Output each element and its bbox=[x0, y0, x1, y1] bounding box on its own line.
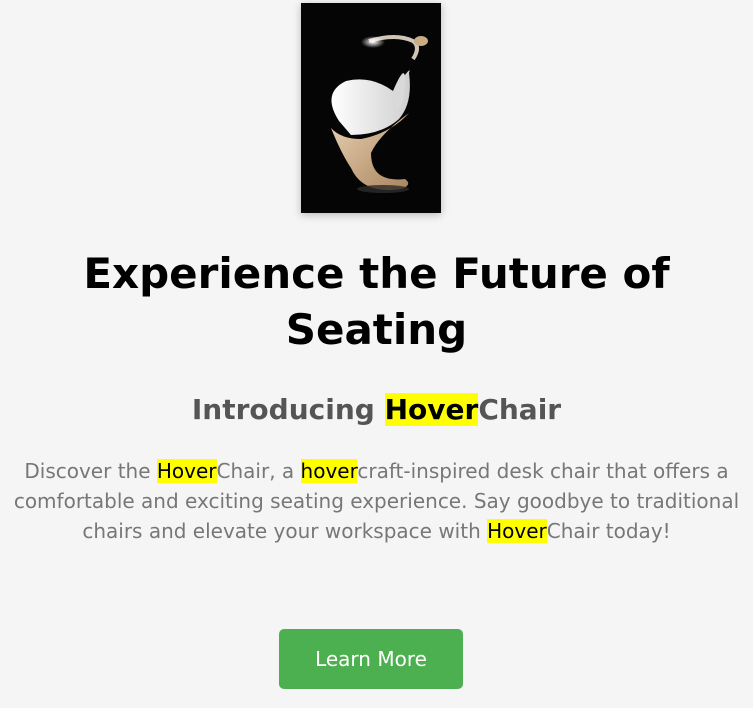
hero-chair-image bbox=[301, 3, 441, 213]
description-part4: Chair today! bbox=[546, 519, 671, 543]
page-title-line2: Seating bbox=[285, 305, 468, 354]
learn-more-button[interactable]: Learn More bbox=[279, 629, 463, 689]
description-highlight-1: Hover bbox=[156, 459, 217, 483]
subheading-highlight: Hover bbox=[384, 393, 479, 426]
description-highlight-3: Hover bbox=[487, 519, 547, 543]
description-part1: Discover the bbox=[24, 459, 157, 483]
subheading: Introducing HoverChair bbox=[0, 390, 753, 430]
product-description: Discover the HoverChair, a hovercraft-in… bbox=[5, 456, 748, 546]
page-title: Experience the Future of Seating bbox=[0, 246, 753, 358]
subheading-suffix: Chair bbox=[478, 393, 562, 426]
description-part2: Chair, a bbox=[216, 459, 301, 483]
description-highlight-2: hover bbox=[300, 459, 358, 483]
page-title-line1: Experience the Future of bbox=[83, 249, 670, 298]
chair-illustration bbox=[301, 3, 441, 213]
subheading-prefix: Introducing bbox=[191, 393, 385, 426]
